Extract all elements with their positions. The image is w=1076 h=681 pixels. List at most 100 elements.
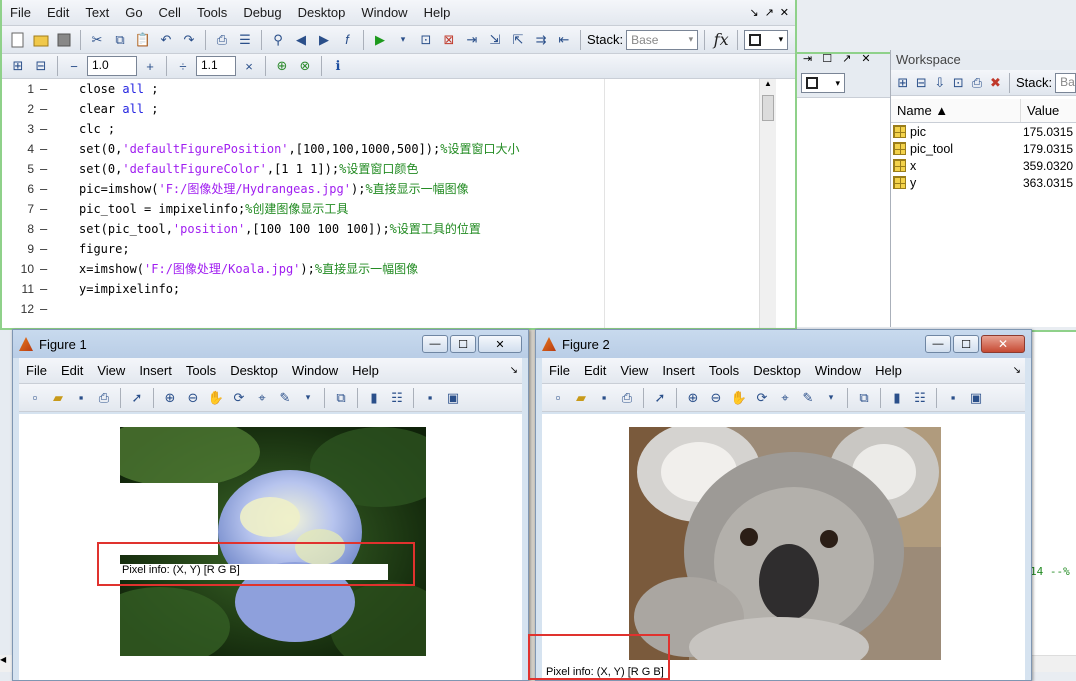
code-line[interactable]: 2– clear all ; [2, 99, 795, 119]
hide-plot-tools-icon[interactable]: ▪ [420, 388, 440, 408]
menu-insert[interactable]: Insert [655, 363, 702, 378]
continue-icon[interactable]: ⇉ [531, 30, 551, 50]
menu-file[interactable]: File [19, 363, 54, 378]
code-line[interactable]: 6– pic=imshow('F:/图像处理/Hydrangeas.jpg');%… [2, 179, 795, 199]
breakpoint-set-icon[interactable]: ⊡ [416, 30, 436, 50]
brush-dropdown-icon[interactable]: ▾ [821, 388, 841, 408]
step-icon[interactable]: ⇥ [462, 30, 482, 50]
breakpoint-marker[interactable]: – [40, 79, 47, 99]
brush-icon[interactable]: ✎ [275, 388, 295, 408]
divide-button[interactable]: ÷ [173, 56, 193, 76]
column-header-value[interactable]: Value [1021, 99, 1065, 122]
save-workspace-icon[interactable]: ⊡ [951, 73, 967, 93]
layout-select-2[interactable]: ▾ [801, 73, 845, 93]
maximize-icon[interactable]: ☐ [822, 52, 832, 65]
breakpoint-marker[interactable]: – [40, 299, 47, 319]
forward-arrow-icon[interactable]: ▶ [314, 30, 334, 50]
code-line[interactable]: 11– y=impixelinfo; [2, 279, 795, 299]
breakpoint-marker[interactable]: – [40, 139, 47, 159]
minimize-button[interactable]: — [422, 335, 448, 353]
menu-window[interactable]: Window [808, 363, 868, 378]
print-figure-icon[interactable]: ⎙ [617, 388, 637, 408]
save-figure-icon[interactable]: ▪ [594, 388, 614, 408]
print-icon[interactable]: ⎙ [212, 30, 232, 50]
code-line[interactable]: 10– x=imshow('F:/图像处理/Koala.jpg');%直接显示一幅… [2, 259, 795, 279]
breakpoint-marker[interactable]: – [40, 179, 47, 199]
breakpoint-marker[interactable]: – [40, 159, 47, 179]
menu-view[interactable]: View [613, 363, 655, 378]
multiply-button[interactable]: × [239, 56, 259, 76]
dock-arrow-icon[interactable]: ↘ [510, 365, 522, 376]
info-icon[interactable]: ℹ [328, 56, 348, 76]
menu-go[interactable]: Go [117, 5, 150, 20]
menu-help[interactable]: Help [345, 363, 386, 378]
breakpoint-marker[interactable]: – [40, 219, 47, 239]
menu-window[interactable]: Window [353, 5, 415, 20]
new-figure-icon[interactable]: ▫ [548, 388, 568, 408]
menu-help[interactable]: Help [868, 363, 909, 378]
open-file-icon[interactable]: ▰ [571, 388, 591, 408]
decrement-button[interactable]: − [64, 56, 84, 76]
menu-edit[interactable]: Edit [39, 5, 77, 20]
layout-select[interactable]: ▾ [744, 29, 789, 50]
code-line[interactable]: 1– close all ; [2, 79, 795, 99]
run-dropdown-icon[interactable]: ▾ [393, 30, 413, 50]
eval-all-icon[interactable]: ⊗ [295, 56, 315, 76]
workspace-row[interactable]: pic 175.0315 [891, 123, 1076, 140]
open-variable-icon[interactable]: ⊟ [914, 73, 930, 93]
menu-file[interactable]: File [542, 363, 577, 378]
save-icon[interactable] [54, 30, 74, 50]
close-button[interactable]: ✕ [478, 335, 522, 353]
minimize-button[interactable]: — [925, 335, 951, 353]
paste-icon[interactable]: 📋 [133, 30, 153, 50]
code-line[interactable]: 12– [2, 299, 795, 319]
breakpoint-marker[interactable]: – [40, 239, 47, 259]
code-line[interactable]: 3– clc ; [2, 119, 795, 139]
save-figure-icon[interactable]: ▪ [71, 388, 91, 408]
menu-cell[interactable]: Cell [151, 5, 189, 20]
function-icon[interactable]: f [337, 30, 357, 50]
find-icon[interactable]: ⚲ [268, 30, 288, 50]
exit-debug-icon[interactable]: ⇤ [554, 30, 574, 50]
code-editor[interactable]: 1– close all ; 2– clear all ; 3– clc ; 4– set(0… [2, 79, 795, 328]
code-line[interactable]: 8– set(pic_tool,'position',[100 100 100 1… [2, 219, 795, 239]
code-line[interactable]: 5– set(0,'defaultFigureColor',[1 1 1]);%设… [2, 159, 795, 179]
show-plot-tools-icon[interactable]: ▣ [966, 388, 986, 408]
menu-file[interactable]: File [2, 5, 39, 20]
insert-cell-icon[interactable]: ⊞ [8, 56, 28, 76]
zoom-in-icon[interactable]: ⊕ [160, 388, 180, 408]
import-data-icon[interactable]: ⇩ [932, 73, 948, 93]
rotate-3d-icon[interactable]: ⟳ [229, 388, 249, 408]
step-out-icon[interactable]: ⇱ [508, 30, 528, 50]
delete-icon[interactable]: ✖ [988, 73, 1004, 93]
close-button[interactable]: ✕ [981, 335, 1025, 353]
dock-icon[interactable]: ⇥ [803, 52, 812, 65]
vertical-scrollbar[interactable]: ▲ [759, 79, 776, 328]
menu-text[interactable]: Text [77, 5, 117, 20]
new-file-icon[interactable] [8, 30, 28, 50]
step-in-icon[interactable]: ⇲ [485, 30, 505, 50]
scroll-thumb[interactable] [762, 95, 774, 121]
code-line[interactable]: 9– figure; [2, 239, 795, 259]
increment-button[interactable]: + [140, 56, 160, 76]
cut-icon[interactable]: ✂ [87, 30, 107, 50]
undo-icon[interactable]: ↶ [156, 30, 176, 50]
workspace-row[interactable]: x 359.0320 [891, 157, 1076, 174]
menu-tools[interactable]: Tools [189, 5, 235, 20]
back-arrow-icon[interactable]: ◀ [291, 30, 311, 50]
undock-icon[interactable]: ↗ [842, 52, 851, 65]
maximize-button[interactable]: ☐ [450, 335, 476, 353]
data-cursor-icon[interactable]: ⌖ [252, 388, 272, 408]
colorbar-icon[interactable]: ▮ [364, 388, 384, 408]
open-file-icon[interactable]: ▰ [48, 388, 68, 408]
column-header-name[interactable]: Name ▲ [891, 99, 1021, 122]
code-line[interactable]: 7– pic_tool = impixelinfo;%创建图像显示工具 [2, 199, 795, 219]
menu-edit[interactable]: Edit [54, 363, 90, 378]
legend-icon[interactable]: ☷ [910, 388, 930, 408]
legend-icon[interactable]: ☷ [387, 388, 407, 408]
brush-dropdown-icon[interactable]: ▾ [298, 388, 318, 408]
brush-icon[interactable]: ✎ [798, 388, 818, 408]
dock-arrow-icon[interactable]: ↘ [1013, 365, 1025, 376]
close-icon[interactable]: ✕ [861, 52, 870, 65]
menu-tools[interactable]: Tools [179, 363, 223, 378]
